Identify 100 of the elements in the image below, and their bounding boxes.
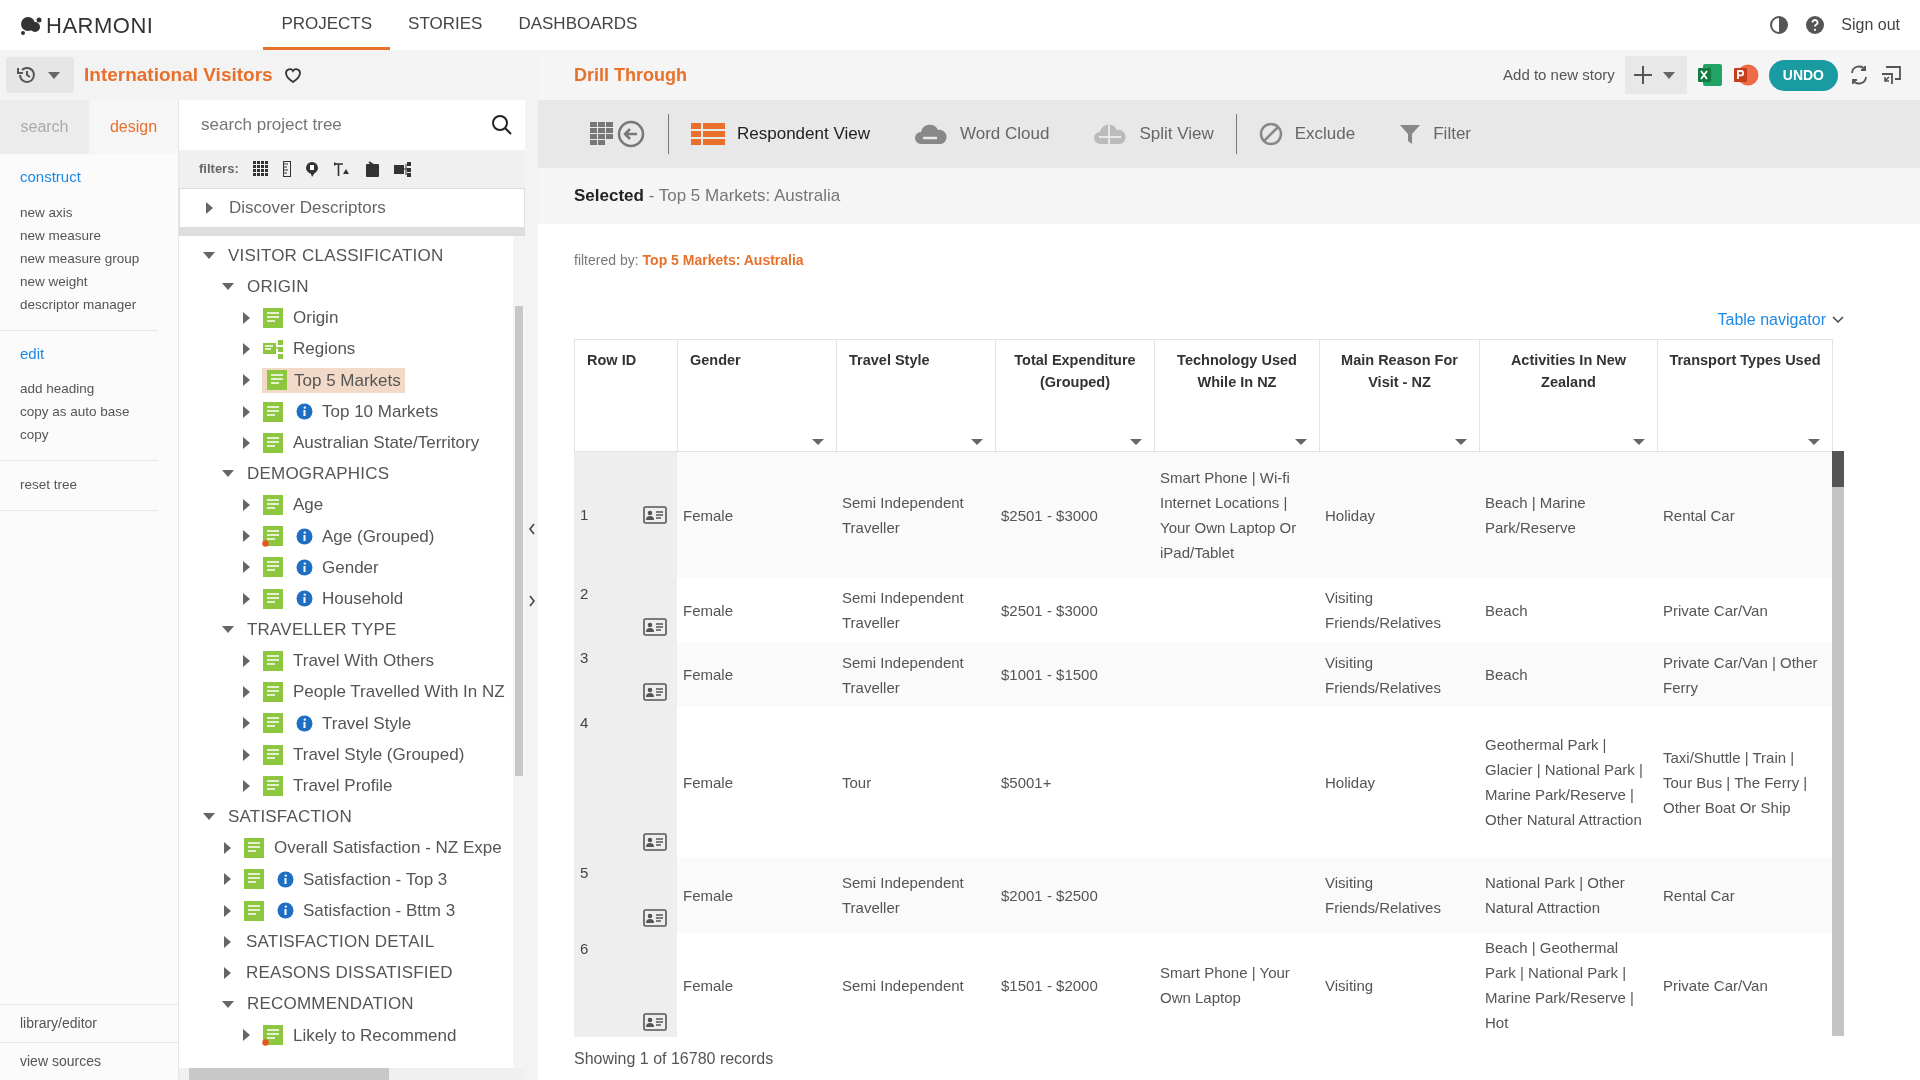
menu-heading[interactable]: edit — [20, 342, 45, 365]
nav-tab[interactable]: DASHBOARDS — [500, 0, 656, 50]
contrast-icon[interactable] — [1769, 15, 1790, 35]
add-story-button[interactable] — [1624, 56, 1687, 94]
sort-caret-icon[interactable] — [1130, 439, 1142, 445]
expand-icon[interactable] — [243, 717, 250, 730]
text-size-icon[interactable] — [332, 161, 351, 177]
menu-heading[interactable]: construct — [20, 166, 81, 189]
toolbar-button[interactable]: Respondent View — [669, 121, 892, 147]
tree-item[interactable]: Travel Style — [319, 709, 415, 738]
toolbar-button[interactable]: Split View — [1071, 121, 1236, 147]
scrollbar[interactable] — [179, 1068, 525, 1080]
restore-icon[interactable] — [1880, 64, 1902, 86]
tree-heading[interactable]: DEMOGRAPHICS — [244, 460, 393, 488]
expand-icon[interactable] — [243, 1029, 250, 1042]
tree-item[interactable]: Age — [290, 491, 327, 519]
expand-icon[interactable] — [224, 966, 231, 979]
sort-caret-icon[interactable] — [971, 439, 983, 445]
id-card-icon[interactable] — [643, 909, 667, 927]
id-card-icon[interactable] — [643, 506, 667, 524]
search-icon[interactable] — [491, 114, 513, 136]
sort-caret-icon[interactable] — [1455, 439, 1467, 445]
id-card-icon[interactable] — [643, 618, 667, 636]
column-header[interactable]: Transport Types Used — [1664, 350, 1826, 372]
expand-icon[interactable] — [243, 374, 250, 387]
toolbar-button[interactable]: Exclude — [1236, 121, 1378, 147]
menu-item[interactable]: new measure — [20, 223, 158, 247]
nav-tab[interactable]: STORIES — [390, 0, 501, 50]
sort-caret-icon[interactable] — [812, 439, 824, 445]
tree-item[interactable]: Age (Grouped) — [319, 522, 438, 551]
tree-heading[interactable]: REASONS DISSATISFIED — [243, 959, 456, 987]
expand-icon[interactable] — [224, 935, 231, 948]
expand-icon[interactable] — [224, 842, 231, 855]
menu-item[interactable]: copy as auto base — [20, 400, 158, 423]
menu-item[interactable]: new axis — [20, 200, 158, 224]
scrollbar[interactable] — [513, 236, 525, 1068]
clipboard-icon[interactable] — [364, 161, 380, 177]
tree-heading[interactable]: ORIGIN — [244, 273, 312, 301]
excel-icon[interactable] — [1696, 63, 1723, 87]
expand-icon[interactable] — [243, 779, 250, 792]
expand-icon[interactable] — [243, 343, 250, 356]
tree-item[interactable]: Origin — [290, 304, 342, 332]
id-card-icon[interactable] — [643, 1013, 667, 1031]
menu-item[interactable]: library/editor — [20, 1015, 98, 1031]
tree-item[interactable]: Gender — [319, 553, 382, 582]
menu-item[interactable]: new weight — [20, 269, 158, 293]
grid-icon[interactable] — [252, 161, 269, 177]
menu-item[interactable]: reset tree — [20, 473, 158, 496]
table-navigator-button[interactable]: Table navigator — [1711, 307, 1850, 333]
tree-item[interactable]: People Travelled With In NZ — [290, 678, 508, 706]
tree-heading[interactable]: RECOMMENDATION — [244, 990, 417, 1018]
hierarchy-icon[interactable] — [393, 161, 412, 177]
ruler-icon[interactable] — [282, 161, 291, 177]
expand-icon[interactable] — [243, 405, 250, 418]
history-button[interactable] — [6, 57, 74, 93]
search-field[interactable]: search project tree — [199, 111, 491, 139]
collapse-icon[interactable] — [222, 283, 234, 291]
expand-icon[interactable] — [243, 592, 250, 605]
heart-icon[interactable] — [282, 66, 303, 84]
expand-icon[interactable] — [224, 873, 231, 886]
id-card-icon[interactable] — [643, 833, 667, 851]
tree-item[interactable]: Travel With Others — [290, 647, 438, 675]
collapse-icon[interactable] — [222, 626, 234, 634]
menu-item[interactable]: add heading — [20, 377, 158, 400]
column-header[interactable]: Row ID — [587, 350, 671, 372]
toolbar-button[interactable]: Filter — [1377, 121, 1493, 147]
toolbar-button[interactable]: Word Cloud — [891, 121, 1072, 147]
collapse-icon[interactable] — [222, 470, 234, 478]
tree-item[interactable]: Regions — [290, 335, 359, 363]
expand-icon[interactable] — [224, 904, 231, 917]
tree-item[interactable]: Overall Satisfaction - NZ Expe — [271, 834, 505, 862]
tree-heading[interactable]: SATISFACTION — [225, 803, 355, 831]
collapse-icon[interactable] — [203, 252, 215, 260]
tree-item[interactable]: Top 10 Markets — [319, 397, 442, 426]
expand-icon[interactable] — [243, 655, 250, 668]
tree-item[interactable]: Travel Style (Grouped) — [290, 740, 468, 769]
expand-icon[interactable] — [243, 748, 250, 761]
sign-out-link[interactable]: Sign out — [1841, 13, 1900, 37]
menu-item[interactable]: new measure group — [20, 246, 158, 270]
tree-item[interactable]: Likely to Recommend — [290, 1021, 460, 1050]
tree-item[interactable]: Satisfaction - Bttm 3 — [300, 896, 459, 925]
expand-icon[interactable] — [243, 436, 250, 449]
chevron-left-icon[interactable] — [527, 523, 536, 535]
chevron-right-icon[interactable] — [527, 595, 536, 607]
sort-caret-icon[interactable] — [1633, 439, 1645, 445]
menu-item[interactable]: copy — [20, 423, 158, 446]
powerpoint-icon[interactable] — [1732, 63, 1759, 87]
tree-item[interactable]: Household — [319, 584, 407, 613]
resize-handle[interactable] — [179, 228, 525, 236]
tree-item[interactable]: Australian State/Territory — [290, 428, 483, 457]
expand-icon[interactable] — [243, 530, 250, 543]
sort-caret-icon[interactable] — [1295, 439, 1307, 445]
help-icon[interactable] — [1805, 15, 1826, 35]
scrollbar[interactable] — [1832, 451, 1844, 1036]
menu-item[interactable]: view sources — [20, 1053, 101, 1069]
expand-icon[interactable] — [243, 499, 250, 512]
tree-item[interactable]: Top 5 Markets — [262, 367, 405, 394]
id-card-icon[interactable] — [643, 683, 667, 701]
sort-caret-icon[interactable] — [1808, 439, 1820, 445]
expand-icon[interactable] — [243, 311, 250, 324]
